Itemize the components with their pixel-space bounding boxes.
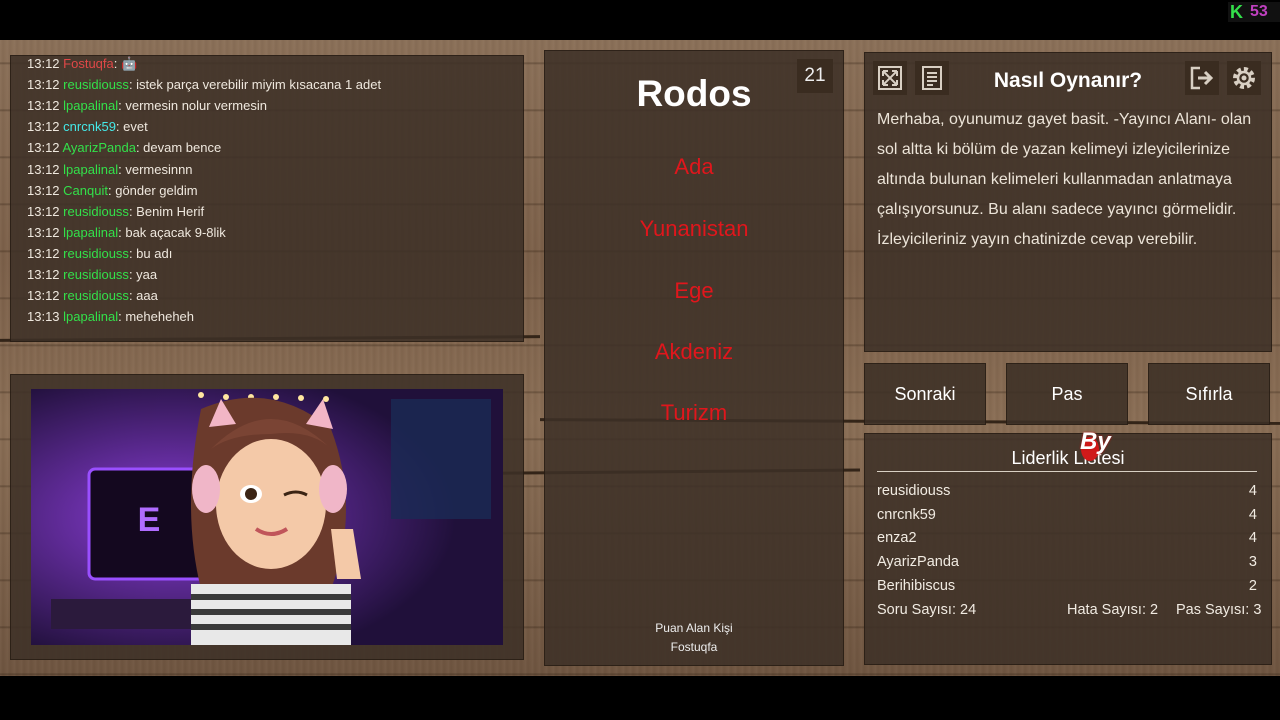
- watermark-text: By: [1080, 428, 1111, 455]
- chat-timestamp: 13:12: [27, 224, 60, 240]
- chat-username[interactable]: lpapalinal: [63, 98, 118, 113]
- chat-username[interactable]: reusidiouss: [63, 246, 129, 261]
- player-score: 3: [1248, 554, 1257, 570]
- chat-username[interactable]: reusidiouss: [63, 77, 129, 92]
- chat-message: 13:12 reusidiouss: Benim Herif: [27, 204, 204, 219]
- chat-timestamp: 13:12: [27, 140, 60, 156]
- divider: [877, 471, 1257, 472]
- player-score: 4: [1248, 507, 1257, 523]
- question-count: Soru Sayısı: 24: [877, 602, 977, 618]
- chat-message: 13:12 Canquit: gönder geldim: [27, 183, 198, 198]
- reset-button[interactable]: Sıfırla: [1148, 363, 1270, 425]
- chat-timestamp: 13:12: [27, 245, 60, 261]
- gear-icon[interactable]: [1227, 61, 1261, 95]
- chat-separator: :: [113, 56, 121, 71]
- chat-text: meheheheh: [125, 309, 195, 325]
- chat-timestamp: 13:13: [27, 309, 60, 325]
- chat-timestamp: 13:12: [27, 288, 60, 304]
- chat-text: devam bence: [143, 140, 222, 156]
- next-button[interactable]: Sonraki: [864, 363, 986, 425]
- chat-username[interactable]: AyarizPanda: [62, 140, 135, 155]
- chat-text: bak açacak 9-8lik: [125, 224, 226, 240]
- chat-message: 13:12 lpapalinal: bak açacak 9-8lik: [27, 225, 226, 240]
- how-to-play-panel: Nasıl Oynanır? Merhaba, oyunumuz gayet b…: [864, 52, 1272, 352]
- chat-message: 13:12 reusidiouss: yaa: [27, 267, 157, 282]
- streamer-illustration: E: [31, 389, 503, 645]
- pass-button[interactable]: Pas: [1006, 363, 1128, 425]
- leaderboard-panel: Liderlik Listesi reusidiouss 4 cnrcnk59 …: [864, 433, 1272, 665]
- player-name: AyarizPanda: [877, 554, 959, 570]
- how-to-play-title: Nasıl Oynanır?: [993, 69, 1143, 92]
- scorer-label: Puan Alan Kişi: [655, 621, 733, 635]
- word-card: 21 Rodos Ada Yunanistan Ege Akdeniz Turi…: [544, 50, 844, 666]
- taboo-word: Ege: [674, 278, 714, 303]
- chat-text: aaa: [136, 288, 158, 304]
- player-name: cnrcnk59: [877, 507, 936, 523]
- chat-timestamp: 13:12: [27, 182, 60, 198]
- viewer-count: 53: [1250, 3, 1268, 20]
- player-name: reusidiouss: [877, 483, 951, 499]
- kick-logo-icon: K: [1230, 2, 1243, 22]
- svg-text:E: E: [138, 501, 161, 539]
- chat-username[interactable]: lpapalinal: [63, 225, 118, 240]
- scorer-name: Fostuqfa: [670, 640, 718, 654]
- chat-message: 13:12 reusidiouss: bu adı: [27, 246, 172, 261]
- chat-message: 13:12 reusidiouss: istek parça verebilir…: [27, 77, 381, 92]
- chat-text: Benim Herif: [136, 203, 205, 219]
- chat-panel: 13:12 Fostuqfa: 🤖 13:12 reusidiouss: iste…: [10, 55, 524, 342]
- chat-message: 13:12 cnrcnk59: evet: [27, 119, 148, 134]
- chat-message: 13:12 AyarizPanda: devam bence: [27, 140, 221, 155]
- chat-timestamp: 13:12: [27, 56, 60, 71]
- notes-icon[interactable]: [915, 61, 949, 95]
- chat-text: vermesinnn: [125, 161, 193, 177]
- error-count: Hata Sayısı: 2: [1067, 602, 1159, 618]
- chat-username[interactable]: reusidiouss: [63, 204, 129, 219]
- chat-username[interactable]: lpapalinal: [63, 162, 118, 177]
- streamer-avatar-image: E: [31, 389, 503, 645]
- taboo-word: Yunanistan: [639, 216, 749, 241]
- chat-timestamp: 13:12: [27, 267, 60, 282]
- chat-timestamp: 13:12: [27, 161, 60, 177]
- streamer-cam-panel: E: [10, 374, 524, 660]
- exit-icon[interactable]: [1185, 61, 1219, 95]
- chat-timestamp: 13:12: [27, 119, 60, 135]
- chat-text: gönder geldim: [115, 182, 198, 198]
- chat-message: 13:12 lpapalinal: vermesinnn: [27, 162, 193, 177]
- chat-message: 13:12 reusidiouss: aaa: [27, 288, 158, 303]
- chat-timestamp: 13:12: [27, 203, 60, 219]
- chat-username[interactable]: Canquit: [63, 183, 108, 198]
- taboo-word: Akdeniz: [654, 339, 734, 364]
- taboo-word: Turizm: [660, 400, 728, 425]
- player-name: Berihibiscus: [877, 578, 956, 594]
- chat-text: vermesin nolur vermesin: [125, 98, 267, 114]
- player-score: 4: [1248, 530, 1257, 546]
- target-word: Rodos: [636, 73, 752, 114]
- chat-username[interactable]: reusidiouss: [63, 288, 129, 303]
- fullscreen-icon[interactable]: [873, 61, 907, 95]
- chat-username[interactable]: lpapalinal: [63, 309, 118, 324]
- chat-text: 🤖: [121, 56, 138, 71]
- player-score: 4: [1248, 483, 1257, 499]
- chat-text: evet: [123, 119, 148, 135]
- how-to-play-text: Merhaba, oyunumuz gayet basit. -Yayıncı …: [877, 111, 1252, 248]
- player-score: 2: [1248, 578, 1257, 594]
- chat-message: 13:13 lpapalinal: meheheheh: [27, 309, 194, 324]
- leaderboard-title: Liderlik Listesi: [1011, 448, 1125, 468]
- chat-timestamp: 13:12: [27, 77, 60, 93]
- chat-text: istek parça verebilir miyim kısacana 1 a…: [136, 77, 382, 93]
- chat-text: yaa: [136, 267, 158, 282]
- taboo-word: Ada: [674, 154, 714, 179]
- chat-message: 13:12 lpapalinal: vermesin nolur vermesi…: [27, 98, 267, 113]
- chat-message: 13:12 Fostuqfa: 🤖: [27, 56, 137, 72]
- chat-text: bu adı: [136, 245, 173, 261]
- chat-timestamp: 13:12: [27, 98, 60, 114]
- pass-count: Pas Sayısı: 3: [1176, 602, 1262, 618]
- viewer-count-badge: K 53: [1228, 2, 1280, 22]
- chat-username[interactable]: reusidiouss: [63, 267, 129, 282]
- chat-username[interactable]: Fostuqfa: [63, 56, 114, 71]
- player-name: enza2: [877, 530, 917, 546]
- chat-username[interactable]: cnrcnk59: [63, 119, 116, 134]
